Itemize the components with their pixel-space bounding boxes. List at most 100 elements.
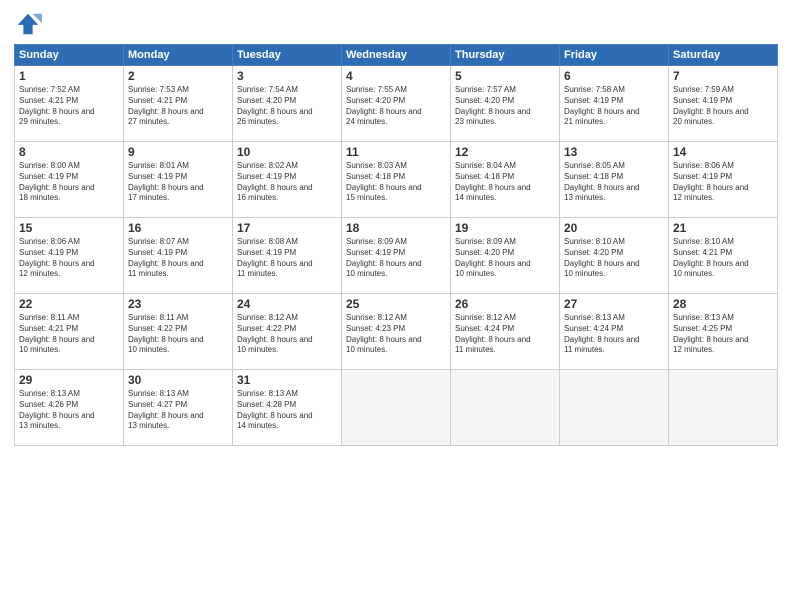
day-cell: 1 Sunrise: 7:52 AM Sunset: 4:21 PM Dayli… [15, 66, 124, 142]
day-cell: 14 Sunrise: 8:06 AM Sunset: 4:19 PM Dayl… [669, 142, 778, 218]
day-info: Sunrise: 8:03 AM Sunset: 4:18 PM Dayligh… [346, 161, 446, 204]
day-number: 27 [564, 297, 664, 311]
day-info: Sunrise: 7:57 AM Sunset: 4:20 PM Dayligh… [455, 85, 555, 128]
col-header-sunday: Sunday [15, 45, 124, 66]
day-cell: 9 Sunrise: 8:01 AM Sunset: 4:19 PM Dayli… [124, 142, 233, 218]
day-number: 12 [455, 145, 555, 159]
week-row-3: 15 Sunrise: 8:06 AM Sunset: 4:19 PM Dayl… [15, 218, 778, 294]
day-number: 10 [237, 145, 337, 159]
day-cell [560, 370, 669, 446]
day-cell: 11 Sunrise: 8:03 AM Sunset: 4:18 PM Dayl… [342, 142, 451, 218]
day-info: Sunrise: 8:05 AM Sunset: 4:18 PM Dayligh… [564, 161, 664, 204]
day-info: Sunrise: 8:12 AM Sunset: 4:22 PM Dayligh… [237, 313, 337, 356]
day-info: Sunrise: 8:13 AM Sunset: 4:24 PM Dayligh… [564, 313, 664, 356]
day-number: 25 [346, 297, 446, 311]
day-info: Sunrise: 8:06 AM Sunset: 4:19 PM Dayligh… [673, 161, 773, 204]
day-cell: 18 Sunrise: 8:09 AM Sunset: 4:19 PM Dayl… [342, 218, 451, 294]
day-number: 3 [237, 69, 337, 83]
day-info: Sunrise: 8:13 AM Sunset: 4:25 PM Dayligh… [673, 313, 773, 356]
day-cell: 12 Sunrise: 8:04 AM Sunset: 4:18 PM Dayl… [451, 142, 560, 218]
day-number: 4 [346, 69, 446, 83]
day-number: 20 [564, 221, 664, 235]
day-info: Sunrise: 8:13 AM Sunset: 4:27 PM Dayligh… [128, 389, 228, 432]
day-number: 2 [128, 69, 228, 83]
col-header-wednesday: Wednesday [342, 45, 451, 66]
day-number: 17 [237, 221, 337, 235]
col-header-thursday: Thursday [451, 45, 560, 66]
week-row-5: 29 Sunrise: 8:13 AM Sunset: 4:26 PM Dayl… [15, 370, 778, 446]
day-info: Sunrise: 7:58 AM Sunset: 4:19 PM Dayligh… [564, 85, 664, 128]
day-info: Sunrise: 8:06 AM Sunset: 4:19 PM Dayligh… [19, 237, 119, 280]
day-cell: 17 Sunrise: 8:08 AM Sunset: 4:19 PM Dayl… [233, 218, 342, 294]
logo [14, 10, 46, 38]
day-cell: 19 Sunrise: 8:09 AM Sunset: 4:20 PM Dayl… [451, 218, 560, 294]
day-cell: 3 Sunrise: 7:54 AM Sunset: 4:20 PM Dayli… [233, 66, 342, 142]
day-info: Sunrise: 8:12 AM Sunset: 4:23 PM Dayligh… [346, 313, 446, 356]
header-row: SundayMondayTuesdayWednesdayThursdayFrid… [15, 45, 778, 66]
day-cell: 4 Sunrise: 7:55 AM Sunset: 4:20 PM Dayli… [342, 66, 451, 142]
day-info: Sunrise: 8:00 AM Sunset: 4:19 PM Dayligh… [19, 161, 119, 204]
day-cell: 28 Sunrise: 8:13 AM Sunset: 4:25 PM Dayl… [669, 294, 778, 370]
day-cell: 5 Sunrise: 7:57 AM Sunset: 4:20 PM Dayli… [451, 66, 560, 142]
day-cell: 24 Sunrise: 8:12 AM Sunset: 4:22 PM Dayl… [233, 294, 342, 370]
day-number: 9 [128, 145, 228, 159]
day-info: Sunrise: 7:52 AM Sunset: 4:21 PM Dayligh… [19, 85, 119, 128]
day-number: 15 [19, 221, 119, 235]
day-cell: 10 Sunrise: 8:02 AM Sunset: 4:19 PM Dayl… [233, 142, 342, 218]
day-info: Sunrise: 7:59 AM Sunset: 4:19 PM Dayligh… [673, 85, 773, 128]
day-cell: 23 Sunrise: 8:11 AM Sunset: 4:22 PM Dayl… [124, 294, 233, 370]
day-info: Sunrise: 8:04 AM Sunset: 4:18 PM Dayligh… [455, 161, 555, 204]
day-number: 7 [673, 69, 773, 83]
col-header-tuesday: Tuesday [233, 45, 342, 66]
day-cell [451, 370, 560, 446]
day-number: 29 [19, 373, 119, 387]
day-info: Sunrise: 8:10 AM Sunset: 4:21 PM Dayligh… [673, 237, 773, 280]
day-number: 13 [564, 145, 664, 159]
day-number: 8 [19, 145, 119, 159]
day-number: 14 [673, 145, 773, 159]
day-cell: 21 Sunrise: 8:10 AM Sunset: 4:21 PM Dayl… [669, 218, 778, 294]
day-cell: 16 Sunrise: 8:07 AM Sunset: 4:19 PM Dayl… [124, 218, 233, 294]
header [14, 10, 778, 38]
day-number: 28 [673, 297, 773, 311]
day-cell: 7 Sunrise: 7:59 AM Sunset: 4:19 PM Dayli… [669, 66, 778, 142]
day-info: Sunrise: 7:54 AM Sunset: 4:20 PM Dayligh… [237, 85, 337, 128]
col-header-saturday: Saturday [669, 45, 778, 66]
day-info: Sunrise: 8:13 AM Sunset: 4:28 PM Dayligh… [237, 389, 337, 432]
day-cell: 20 Sunrise: 8:10 AM Sunset: 4:20 PM Dayl… [560, 218, 669, 294]
day-number: 24 [237, 297, 337, 311]
main-container: SundayMondayTuesdayWednesdayThursdayFrid… [0, 0, 792, 456]
week-row-4: 22 Sunrise: 8:11 AM Sunset: 4:21 PM Dayl… [15, 294, 778, 370]
day-info: Sunrise: 8:10 AM Sunset: 4:20 PM Dayligh… [564, 237, 664, 280]
day-info: Sunrise: 8:08 AM Sunset: 4:19 PM Dayligh… [237, 237, 337, 280]
day-cell: 6 Sunrise: 7:58 AM Sunset: 4:19 PM Dayli… [560, 66, 669, 142]
day-number: 11 [346, 145, 446, 159]
day-info: Sunrise: 8:13 AM Sunset: 4:26 PM Dayligh… [19, 389, 119, 432]
day-info: Sunrise: 8:09 AM Sunset: 4:20 PM Dayligh… [455, 237, 555, 280]
day-cell: 15 Sunrise: 8:06 AM Sunset: 4:19 PM Dayl… [15, 218, 124, 294]
day-info: Sunrise: 8:02 AM Sunset: 4:19 PM Dayligh… [237, 161, 337, 204]
day-info: Sunrise: 8:01 AM Sunset: 4:19 PM Dayligh… [128, 161, 228, 204]
day-number: 16 [128, 221, 228, 235]
day-info: Sunrise: 8:11 AM Sunset: 4:22 PM Dayligh… [128, 313, 228, 356]
day-number: 23 [128, 297, 228, 311]
week-row-1: 1 Sunrise: 7:52 AM Sunset: 4:21 PM Dayli… [15, 66, 778, 142]
day-cell [669, 370, 778, 446]
day-cell: 8 Sunrise: 8:00 AM Sunset: 4:19 PM Dayli… [15, 142, 124, 218]
day-info: Sunrise: 8:09 AM Sunset: 4:19 PM Dayligh… [346, 237, 446, 280]
day-cell: 31 Sunrise: 8:13 AM Sunset: 4:28 PM Dayl… [233, 370, 342, 446]
logo-icon [14, 10, 42, 38]
day-info: Sunrise: 7:55 AM Sunset: 4:20 PM Dayligh… [346, 85, 446, 128]
day-cell: 13 Sunrise: 8:05 AM Sunset: 4:18 PM Dayl… [560, 142, 669, 218]
day-number: 31 [237, 373, 337, 387]
day-number: 1 [19, 69, 119, 83]
calendar-table: SundayMondayTuesdayWednesdayThursdayFrid… [14, 44, 778, 446]
day-cell: 26 Sunrise: 8:12 AM Sunset: 4:24 PM Dayl… [451, 294, 560, 370]
day-cell: 25 Sunrise: 8:12 AM Sunset: 4:23 PM Dayl… [342, 294, 451, 370]
week-row-2: 8 Sunrise: 8:00 AM Sunset: 4:19 PM Dayli… [15, 142, 778, 218]
day-info: Sunrise: 7:53 AM Sunset: 4:21 PM Dayligh… [128, 85, 228, 128]
col-header-friday: Friday [560, 45, 669, 66]
day-number: 30 [128, 373, 228, 387]
day-number: 5 [455, 69, 555, 83]
day-info: Sunrise: 8:11 AM Sunset: 4:21 PM Dayligh… [19, 313, 119, 356]
